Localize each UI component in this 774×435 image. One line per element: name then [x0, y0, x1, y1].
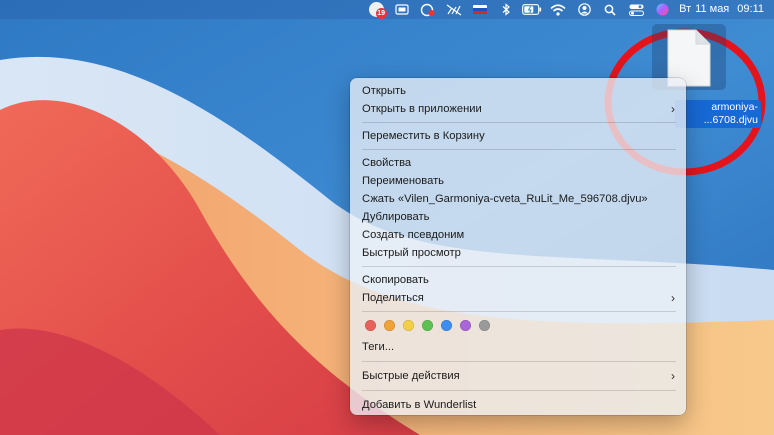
menu-item-properties[interactable]: Свойства — [350, 154, 686, 172]
user-icon[interactable] — [573, 0, 595, 19]
bluetooth-icon[interactable] — [495, 0, 517, 19]
menu-item-add-to-wunderlist[interactable]: Добавить в Wunderlist — [350, 396, 686, 414]
no-signal-icon[interactable] — [443, 0, 465, 19]
menu-separator — [362, 266, 676, 267]
menu-item-label: Скопировать — [362, 274, 429, 286]
color-tag-blue[interactable] — [441, 319, 452, 331]
russian-flag-icon[interactable] — [469, 0, 491, 19]
control-center-icon[interactable] — [625, 0, 647, 19]
menu-item-compress[interactable]: Сжать «Vilen_Garmoniya-cveta_RuLit_Me_59… — [350, 190, 686, 208]
battery-charging-icon[interactable] — [521, 0, 543, 19]
color-tag-purple[interactable] — [460, 319, 471, 331]
menu-item-label: Создать псевдоним — [362, 229, 465, 241]
menu-item-copy[interactable]: Скопировать — [350, 271, 686, 289]
cloud-sync-icon[interactable] — [417, 0, 439, 19]
menu-item-quick-actions[interactable]: Быстрые действия › — [350, 367, 686, 385]
context-menu: Открыть Открыть в приложении › Переместит… — [350, 78, 686, 415]
menu-item-label: Сжать «Vilen_Garmoniya-cveta_RuLit_Me_59… — [362, 193, 648, 205]
color-tag-orange[interactable] — [384, 319, 395, 331]
menu-item-label: Переместить в Корзину — [362, 130, 485, 142]
menubar-day[interactable]: Вт — [679, 0, 691, 19]
file-name-label[interactable]: armoniya- ...6708.djvu — [675, 100, 761, 128]
menu-item-tags[interactable]: Теги... — [350, 338, 686, 356]
notification-count: 19 — [375, 8, 387, 19]
file-name-line-1: armoniya- — [711, 101, 758, 113]
menu-item-label: Теги... — [362, 341, 395, 353]
menu-item-label: Открыть — [362, 85, 406, 97]
color-tag-red[interactable] — [365, 319, 376, 331]
color-tag-gray[interactable] — [479, 319, 490, 331]
file-name-line-2: ...6708.djvu — [703, 114, 758, 126]
menu-item-label: Дублировать — [362, 211, 430, 223]
app-badge-icon[interactable]: 19 — [365, 0, 387, 19]
menu-separator — [362, 361, 676, 362]
display-icon[interactable] — [391, 0, 413, 19]
menu-item-label: Открыть в приложении — [362, 103, 482, 115]
chevron-right-icon: › — [671, 369, 675, 383]
menu-separator — [362, 122, 676, 123]
menubar-time[interactable]: 09:11 — [737, 0, 764, 19]
color-tag-green[interactable] — [422, 319, 433, 331]
menu-item-label: Быстрый просмотр — [362, 247, 461, 259]
menu-item-label: Быстрые действия — [362, 370, 460, 382]
color-tag-row — [350, 316, 686, 334]
color-tag-yellow[interactable] — [403, 319, 414, 331]
menu-item-label: Поделиться — [362, 292, 424, 304]
menu-bar: 19 Вт 11 мая 09:11 — [0, 0, 774, 19]
menu-separator — [362, 390, 676, 391]
menu-item-share[interactable]: Поделиться › — [350, 289, 686, 307]
menu-item-open[interactable]: Открыть — [350, 82, 686, 100]
menu-item-label: Свойства — [362, 157, 412, 169]
menu-item-label: Переименовать — [362, 175, 445, 187]
menu-item-make-alias[interactable]: Создать псевдоним — [350, 226, 686, 244]
menu-item-duplicate[interactable]: Дублировать — [350, 208, 686, 226]
chevron-right-icon: › — [671, 291, 675, 305]
menu-item-rename[interactable]: Переименовать — [350, 172, 686, 190]
menubar-date[interactable]: 11 мая — [695, 0, 729, 19]
search-icon[interactable] — [599, 0, 621, 19]
wifi-icon[interactable] — [547, 0, 569, 19]
menu-separator — [362, 311, 676, 312]
menu-item-quick-look[interactable]: Быстрый просмотр — [350, 244, 686, 262]
siri-icon[interactable] — [651, 0, 673, 19]
menu-item-move-to-trash[interactable]: Переместить в Корзину — [350, 127, 686, 145]
menu-item-label: Добавить в Wunderlist — [362, 399, 477, 411]
chevron-right-icon: › — [671, 102, 675, 116]
menu-item-open-with[interactable]: Открыть в приложении › — [350, 100, 686, 118]
menu-separator — [362, 149, 676, 150]
